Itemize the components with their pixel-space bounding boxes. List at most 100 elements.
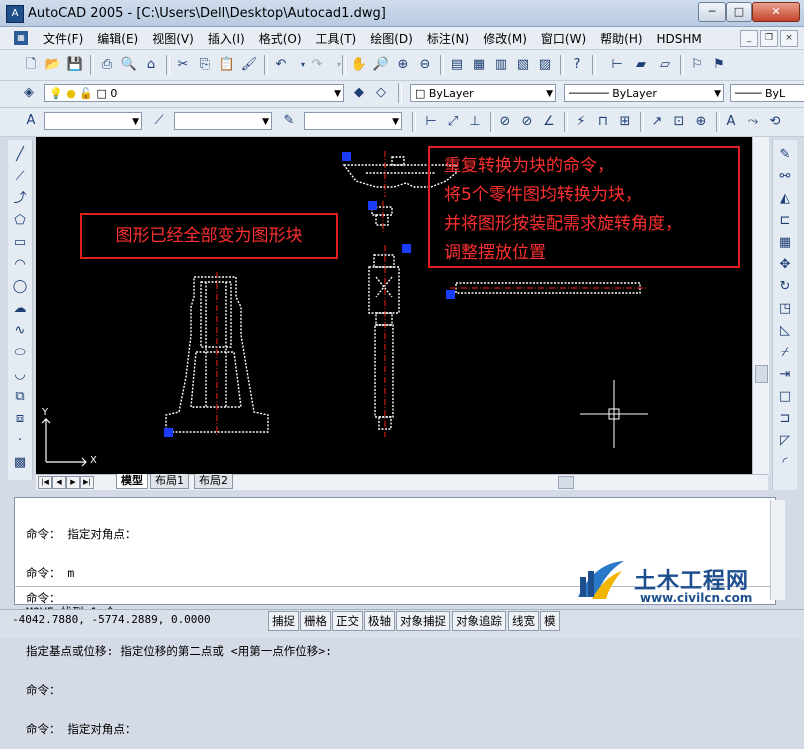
dim-ordinate-icon[interactable]: ⊥ — [466, 113, 484, 131]
osnap-toggle[interactable]: 对象捕捉 — [396, 611, 450, 631]
dim-linear-icon[interactable]: ⊢ — [422, 113, 440, 131]
dim-update-icon[interactable]: ⟲ — [766, 113, 784, 131]
color-combo[interactable]: □ ByLayer ▼ — [410, 84, 556, 102]
polar-toggle[interactable]: 极轴 — [364, 611, 395, 631]
array-icon[interactable]: ▦ — [776, 234, 794, 252]
tool-palettes-icon[interactable]: ▥ — [492, 56, 510, 74]
autocad-app-icon[interactable]: A — [6, 5, 24, 23]
break-icon[interactable]: □ — [776, 388, 794, 406]
move-icon[interactable]: ✥ — [776, 256, 794, 274]
tab-model[interactable]: 模型 — [116, 474, 148, 489]
dim-baseline-icon[interactable]: ⊓ — [594, 113, 612, 131]
menu-draw[interactable]: 绘图(D) — [363, 30, 420, 48]
close-button[interactable]: ✕ — [752, 2, 800, 22]
dim-radius-icon[interactable]: ⊘ — [496, 113, 514, 131]
menu-help[interactable]: 帮助(H) — [593, 30, 649, 48]
join-icon[interactable]: ⊐ — [776, 410, 794, 428]
ellipse-arc-icon[interactable]: ◡ — [11, 366, 29, 384]
stretch-icon[interactable]: ◺ — [776, 322, 794, 340]
dim-edit-icon[interactable]: A — [722, 113, 740, 131]
dim-style-icon[interactable]: ⟋ — [150, 112, 168, 130]
menu-view[interactable]: 视图(V) — [145, 30, 201, 48]
menu-edit[interactable]: 编辑(E) — [90, 30, 145, 48]
mirror-icon[interactable]: ◭ — [776, 190, 794, 208]
copy-icon[interactable]: ⎘ — [196, 56, 214, 74]
zoom-window-icon[interactable]: ⊕ — [394, 56, 412, 74]
insert-icon[interactable]: ▱ — [656, 56, 674, 74]
scroll-thumb[interactable] — [755, 365, 768, 383]
polyline-icon[interactable]: ⤴ — [11, 190, 29, 208]
lineweight-combo[interactable]: ──── ByL — [730, 84, 804, 102]
menu-format[interactable]: 格式(O) — [252, 30, 309, 48]
spline-icon[interactable]: ∿ — [11, 322, 29, 340]
menu-window[interactable]: 窗口(W) — [534, 30, 593, 48]
layer-combo[interactable]: 💡 ● 🔓 □ 0 ▼ — [44, 84, 344, 102]
scale-icon[interactable]: ◳ — [776, 300, 794, 318]
undo-icon[interactable]: ↶ — [272, 56, 290, 74]
vertical-scrollbar[interactable] — [752, 137, 769, 474]
circle-icon[interactable]: ◯ — [11, 278, 29, 296]
zoom-previous-icon[interactable]: ⊖ — [416, 56, 434, 74]
plot-preview-icon[interactable]: 🔍 — [120, 56, 138, 74]
menu-insert[interactable]: 插入(I) — [201, 30, 252, 48]
next-tab-icon[interactable]: ▶ — [66, 476, 80, 489]
xref-icon[interactable]: ⚑ — [710, 56, 728, 74]
ortho-toggle[interactable]: 正交 — [332, 611, 363, 631]
hscroll-thumb[interactable] — [558, 476, 574, 489]
plot-icon[interactable]: ⎙ — [98, 56, 116, 74]
menu-modify[interactable]: 修改(M) — [476, 30, 534, 48]
design-center-icon[interactable]: ▦ — [470, 56, 488, 74]
plot-style-combo[interactable]: ▼ — [304, 112, 402, 130]
construction-line-icon[interactable]: ⟋ — [11, 168, 29, 186]
arc-icon[interactable]: ◠ — [11, 256, 29, 274]
copy-object-icon[interactable]: ⚯ — [776, 168, 794, 186]
plot-style-icon[interactable]: ✎ — [280, 112, 298, 130]
match-properties-icon[interactable]: 🖌 — [240, 56, 258, 74]
save-icon[interactable]: 💾 — [66, 56, 84, 74]
layer-manager-icon[interactable]: ◈ — [20, 84, 38, 102]
make-block-icon[interactable]: ⧈ — [11, 410, 29, 428]
pan-icon[interactable]: ✋ — [350, 56, 368, 74]
hatch-icon[interactable]: ▩ — [11, 454, 29, 472]
first-tab-icon[interactable]: |◀ — [38, 476, 52, 489]
new-icon[interactable]: 🗋 — [22, 56, 40, 74]
fillet-icon[interactable]: ◜ — [776, 454, 794, 472]
point-icon[interactable]: · — [11, 432, 29, 450]
ellipse-icon[interactable]: ⬭ — [11, 344, 29, 362]
zoom-realtime-icon[interactable]: 🔎 — [372, 56, 390, 74]
tolerance-icon[interactable]: ⊡ — [670, 113, 688, 131]
prev-tab-icon[interactable]: ◀ — [52, 476, 66, 489]
rotate-icon[interactable]: ↻ — [776, 278, 794, 296]
trim-icon[interactable]: ⌿ — [776, 344, 794, 362]
center-mark-icon[interactable]: ⊕ — [692, 113, 710, 131]
cut-icon[interactable]: ✂ — [174, 56, 192, 74]
otrack-toggle[interactable]: 对象追踪 — [452, 611, 506, 631]
tab-layout2[interactable]: 布局2 — [194, 474, 233, 489]
lineweight-toggle[interactable]: 线宽 — [508, 611, 539, 631]
minimize-button[interactable]: ─ — [698, 2, 726, 22]
erase-icon[interactable]: ✎ — [776, 146, 794, 164]
revision-cloud-icon[interactable]: ☁ — [11, 300, 29, 318]
leader-icon[interactable]: ↗ — [648, 113, 666, 131]
document-icon[interactable]: ▦ — [14, 31, 28, 45]
dim-angular-icon[interactable]: ∠ — [540, 113, 558, 131]
layer-previous-icon[interactable]: ◇ — [372, 84, 390, 102]
quick-dim-icon[interactable]: ⚡ — [572, 113, 590, 131]
dim-diameter-icon[interactable]: ⊘ — [518, 113, 536, 131]
chamfer-icon[interactable]: ◸ — [776, 432, 794, 450]
command-scrollbar[interactable] — [770, 500, 785, 600]
menu-file[interactable]: 文件(F) — [36, 30, 90, 48]
dim-continue-icon[interactable]: ⊞ — [616, 113, 634, 131]
offset-icon[interactable]: ⊏ — [776, 212, 794, 230]
redo-icon[interactable]: ↷ — [308, 56, 326, 74]
line-icon[interactable]: ╱ — [11, 146, 29, 164]
polygon-icon[interactable]: ⬠ — [11, 212, 29, 230]
dim-aligned-icon[interactable]: ⤢ — [444, 113, 462, 131]
properties-icon[interactable]: ▤ — [448, 56, 466, 74]
dim-text-edit-icon[interactable]: ⤳ — [744, 113, 762, 131]
model-toggle[interactable]: 模 — [540, 611, 560, 631]
grid-toggle[interactable]: 栅格 — [300, 611, 331, 631]
mdi-minimize-button[interactable]: _ — [740, 30, 758, 47]
last-tab-icon[interactable]: ▶| — [80, 476, 94, 489]
markup-icon[interactable]: ▨ — [536, 56, 554, 74]
